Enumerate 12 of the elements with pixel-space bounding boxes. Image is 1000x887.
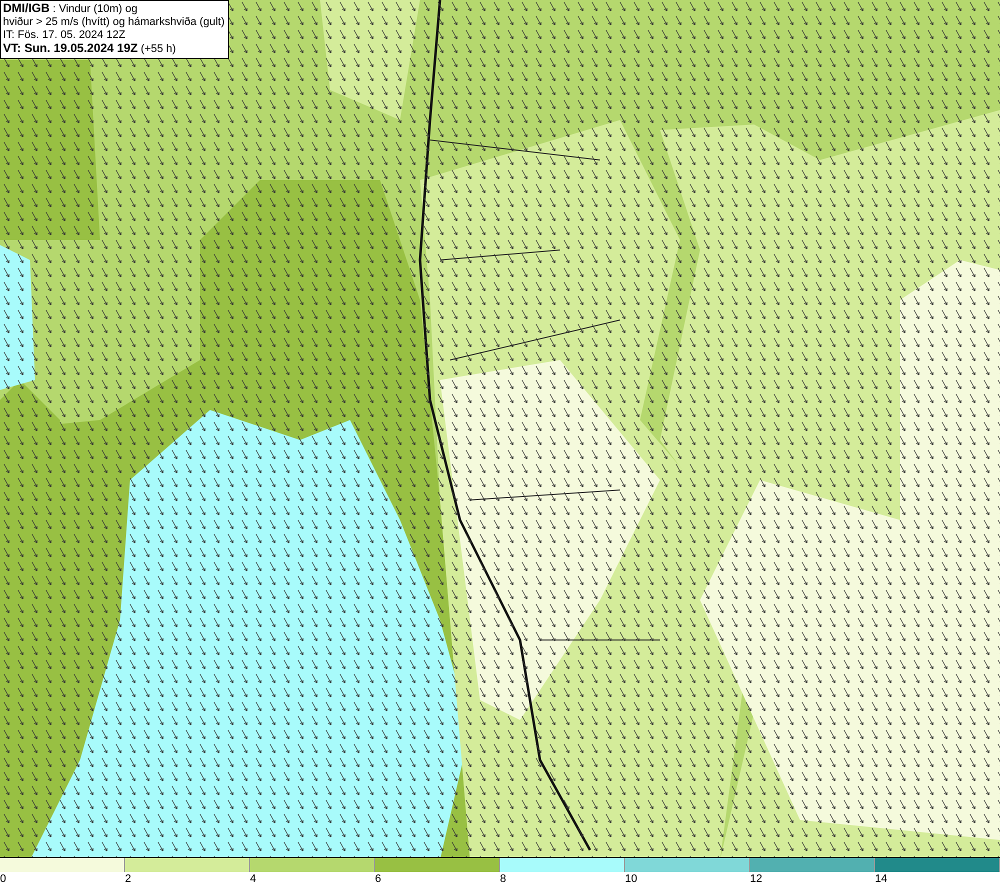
legend-label: 0 bbox=[0, 872, 6, 886]
legend-label: 8 bbox=[500, 872, 506, 886]
legend-label: 2 bbox=[125, 872, 132, 886]
info-text: DMI/IGB : Vindur (10m) og bbox=[3, 2, 139, 16]
legend-label: 12 bbox=[750, 872, 762, 886]
info-text: VT: Sun. 19.05.2024 19Z (+55 h) bbox=[3, 42, 177, 56]
info-text: hviður > 25 m/s (hvítt) og hámarkshviða (gult) bbox=[3, 16, 225, 29]
legend-label: 4 bbox=[250, 872, 256, 886]
info-text: IT: Fös. 17. 05. 2024 12Z bbox=[3, 29, 126, 42]
legend-label: 6 bbox=[375, 872, 382, 886]
legend-label: 14 bbox=[875, 872, 888, 886]
legend-label: 10 bbox=[625, 872, 638, 886]
